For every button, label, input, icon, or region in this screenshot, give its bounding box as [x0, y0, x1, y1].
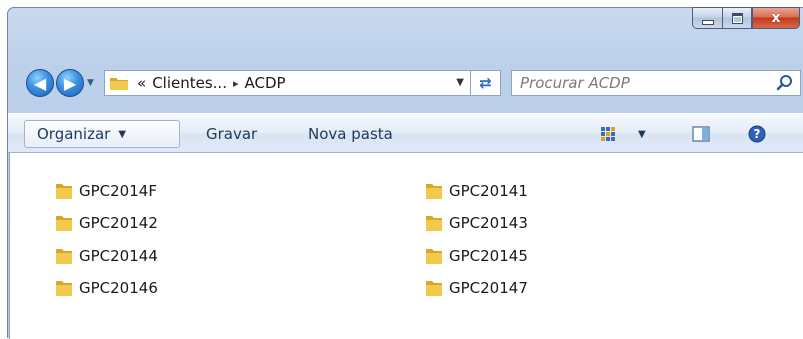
- file-name: GPC20142: [79, 214, 158, 232]
- organize-button[interactable]: Organizar ▼: [24, 120, 180, 148]
- window-controls: x: [692, 7, 800, 29]
- file-name: GPC20145: [449, 247, 528, 265]
- close-button[interactable]: x: [752, 7, 800, 29]
- file-name: GPC20141: [449, 182, 528, 200]
- address-dropdown-icon[interactable]: ▼: [456, 77, 464, 88]
- organize-label: Organizar: [37, 125, 111, 143]
- folder-icon: [56, 184, 72, 199]
- breadcrumb-separator-icon[interactable]: ▸: [233, 77, 239, 90]
- folder-icon: [426, 281, 442, 296]
- list-item[interactable]: GPC20142: [54, 212, 158, 234]
- recent-pages-dropdown-icon[interactable]: ▼: [87, 78, 94, 88]
- command-bar: Organizar ▼ Gravar Nova pasta ▼ ?: [8, 113, 803, 153]
- forward-arrow-icon: ▶: [63, 73, 77, 93]
- caret-down-icon: ▼: [118, 128, 127, 140]
- view-grid-icon: [601, 127, 615, 141]
- breadcrumb-clientes[interactable]: Clientes...: [152, 74, 227, 92]
- address-overflow[interactable]: «: [137, 74, 146, 92]
- folder-icon: [426, 184, 442, 199]
- refresh-button[interactable]: ⇄: [471, 70, 501, 96]
- back-arrow-icon: ◀: [33, 73, 47, 93]
- search-input[interactable]: [512, 71, 760, 95]
- folder-icon: [56, 216, 72, 231]
- list-item[interactable]: GPC20141: [424, 180, 528, 202]
- views-caret-down-icon[interactable]: ▼: [638, 129, 646, 140]
- minimize-icon: [701, 19, 714, 25]
- file-list: GPC2014F GPC20141 GPC20142 GPC20143 GPC2…: [9, 153, 803, 339]
- breadcrumb-acdp[interactable]: ACDP: [245, 74, 286, 92]
- help-button[interactable]: ?: [742, 120, 772, 148]
- file-name: GPC20146: [79, 279, 158, 297]
- refresh-icon: ⇄: [479, 74, 492, 92]
- minimize-button[interactable]: [692, 7, 722, 29]
- file-name: GPC20143: [449, 214, 528, 232]
- search-icon[interactable]: [775, 73, 795, 93]
- folder-icon: [56, 281, 72, 296]
- burn-button[interactable]: Gravar: [194, 120, 269, 148]
- search-box[interactable]: [511, 70, 801, 96]
- new-folder-button[interactable]: Nova pasta: [296, 120, 405, 148]
- address-bar[interactable]: « Clientes... ▸ ACDP ▼: [104, 70, 471, 96]
- preview-pane-icon: [692, 126, 710, 142]
- back-button[interactable]: ◀: [26, 69, 54, 97]
- navigation-bar: ◀ ▶ ▼ « Clientes... ▸ ACDP ▼ ⇄: [8, 66, 803, 100]
- list-item[interactable]: GPC20147: [424, 277, 528, 299]
- folder-icon: [110, 78, 128, 90]
- preview-pane-button[interactable]: [686, 120, 716, 148]
- list-item[interactable]: GPC2014F: [54, 180, 157, 202]
- file-name: GPC20147: [449, 279, 528, 297]
- maximize-icon: [731, 12, 743, 24]
- folder-icon: [56, 249, 72, 264]
- folder-icon: [426, 216, 442, 231]
- list-item[interactable]: GPC20145: [424, 245, 528, 267]
- file-name: GPC20144: [79, 247, 158, 265]
- file-name: GPC2014F: [79, 182, 157, 200]
- list-item[interactable]: GPC20143: [424, 212, 528, 234]
- change-view-button[interactable]: ▼: [600, 120, 660, 148]
- folder-icon: [426, 249, 442, 264]
- svg-text:?: ?: [754, 127, 761, 141]
- close-icon: x: [771, 10, 781, 26]
- help-icon: ?: [748, 125, 766, 143]
- explorer-window: x ◀ ▶ ▼ « Clientes... ▸ ACDP ▼ ⇄ Procura…: [7, 7, 803, 339]
- list-item[interactable]: GPC20144: [54, 245, 158, 267]
- maximize-button[interactable]: [722, 7, 752, 29]
- forward-button[interactable]: ▶: [56, 69, 84, 97]
- list-item[interactable]: GPC20146: [54, 277, 158, 299]
